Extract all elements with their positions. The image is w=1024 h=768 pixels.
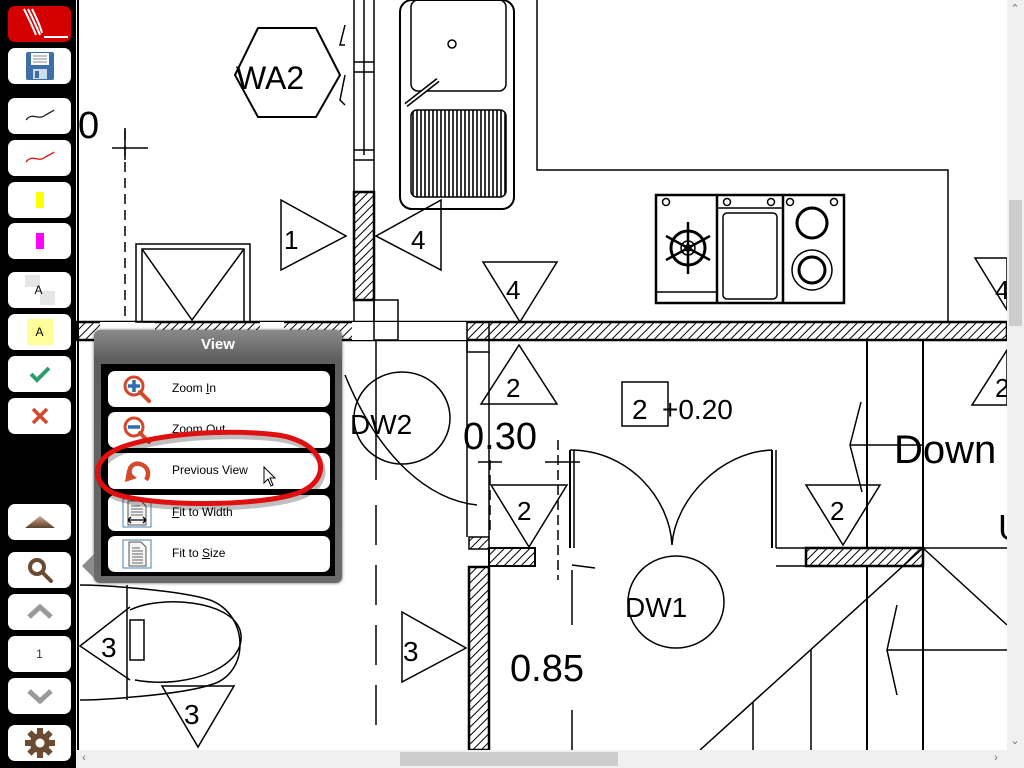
text-box-label: A [34,283,43,297]
cancel-button[interactable] [8,398,71,434]
fit-to-width-label: Fit to Width [172,505,233,519]
label-wa2: WA2 [236,60,304,96]
tag-4-label: 4 [995,275,1007,305]
highlighter-magenta-button[interactable] [8,223,71,259]
pen-red-button[interactable] [8,140,71,176]
text-highlight-label: A [35,325,44,339]
text-box-icon: A [24,275,55,305]
previous-view-menu-item[interactable]: Previous View [108,453,330,489]
dimension-085: 0.85 [510,648,584,690]
vertical-scroll-thumb[interactable] [1009,200,1022,326]
undo-arrow-icon [125,461,151,482]
text-highlight-icon: A [26,319,53,345]
app-logo-button[interactable] [8,6,71,42]
scroll-right-arrow-icon[interactable]: › [989,752,1003,764]
zoom-in-menu-item[interactable]: Zoom In [108,371,330,407]
tag-3-label: 3 [184,699,200,730]
view-menu-list: Zoom In Zoom Out Previous View Fit to Wi… [101,364,335,576]
black-pen-stroke-icon [24,109,54,121]
horizontal-scroll-thumb[interactable] [400,752,618,766]
check-icon [29,366,50,383]
scroll-down-arrow-icon[interactable]: ⌄ [1008,734,1022,747]
zoom-out-menu-item[interactable]: Zoom Out [108,412,330,448]
save-button[interactable] [8,48,71,84]
zoom-out-icon [123,416,151,444]
tag-2-label: 2 [517,496,531,526]
vertical-scrollbar[interactable]: ⌃ ⌄ [1007,0,1024,750]
close-icon [31,407,48,425]
left-toolbar: A A 1 [0,0,76,768]
gear-icon [24,728,55,758]
level-label: +0.20 [662,394,733,425]
settings-button[interactable] [8,725,71,761]
label-zero: 0 [78,105,99,147]
fit-width-icon [122,498,152,528]
tag-1-label: 1 [284,225,298,255]
pen-signature-icon [22,8,68,38]
horizontal-scrollbar[interactable]: ‹ › [76,750,1007,768]
collapse-button[interactable] [8,504,71,540]
label-u: U [998,507,1007,548]
highlighter-yellow-button[interactable] [8,182,71,218]
tag-2-label: 2 [995,373,1007,403]
page-number-label: 1 [36,647,43,661]
scrollbar-corner [1007,750,1024,768]
view-menu-title: View [201,336,235,353]
chevron-down-icon [26,689,53,704]
dimension-030: 0.30 [463,416,537,458]
scroll-up-arrow-icon[interactable]: ⌃ [1008,2,1022,15]
fit-to-size-label: Fit to Size [172,546,226,560]
pen-black-button[interactable] [8,98,71,134]
page-number[interactable]: 1 [8,636,71,672]
tag-4-label: 4 [506,275,520,305]
label-down: Down [894,428,996,472]
mouse-cursor-icon [263,466,277,487]
text-box-button[interactable]: A [8,272,71,308]
red-pen-stroke-icon [24,151,54,163]
chevron-up-icon [26,604,53,619]
level-box-label: 2 [632,394,648,425]
triangle-up-icon [24,516,55,528]
view-menu-popover: View Zoom In Zoom Out Previous View Fit … [82,330,342,583]
view-button[interactable] [8,552,71,588]
tag-3-label: 3 [101,632,117,663]
label-dw2: DW2 [350,409,412,440]
tag-2-label: 2 [830,496,844,526]
scroll-left-arrow-icon[interactable]: ‹ [77,752,91,764]
yellow-highlighter-icon [35,192,44,208]
zoom-out-label: Zoom Out [172,422,226,436]
floppy-disk-icon [25,52,54,80]
fit-to-width-menu-item[interactable]: Fit to Width [108,495,330,531]
accept-button[interactable] [8,356,71,392]
zoom-in-icon [123,375,151,403]
fit-page-icon [122,539,152,569]
tag-3-label: 3 [403,636,419,667]
text-highlight-button[interactable]: A [8,314,71,350]
label-dw1: DW1 [625,592,687,623]
wall-vertical-upper [352,190,376,302]
next-page-button[interactable] [8,678,71,714]
magenta-highlighter-icon [35,233,44,249]
magnifier-icon [27,558,53,583]
zoom-in-label: Zoom In [172,381,217,395]
fit-to-size-menu-item[interactable]: Fit to Size [108,536,330,572]
tag-4-label: 4 [411,225,425,255]
previous-view-label: Previous View [172,463,248,477]
tag-2-label: 2 [506,373,520,403]
popover-pointer [82,554,94,578]
previous-page-button[interactable] [8,594,71,630]
